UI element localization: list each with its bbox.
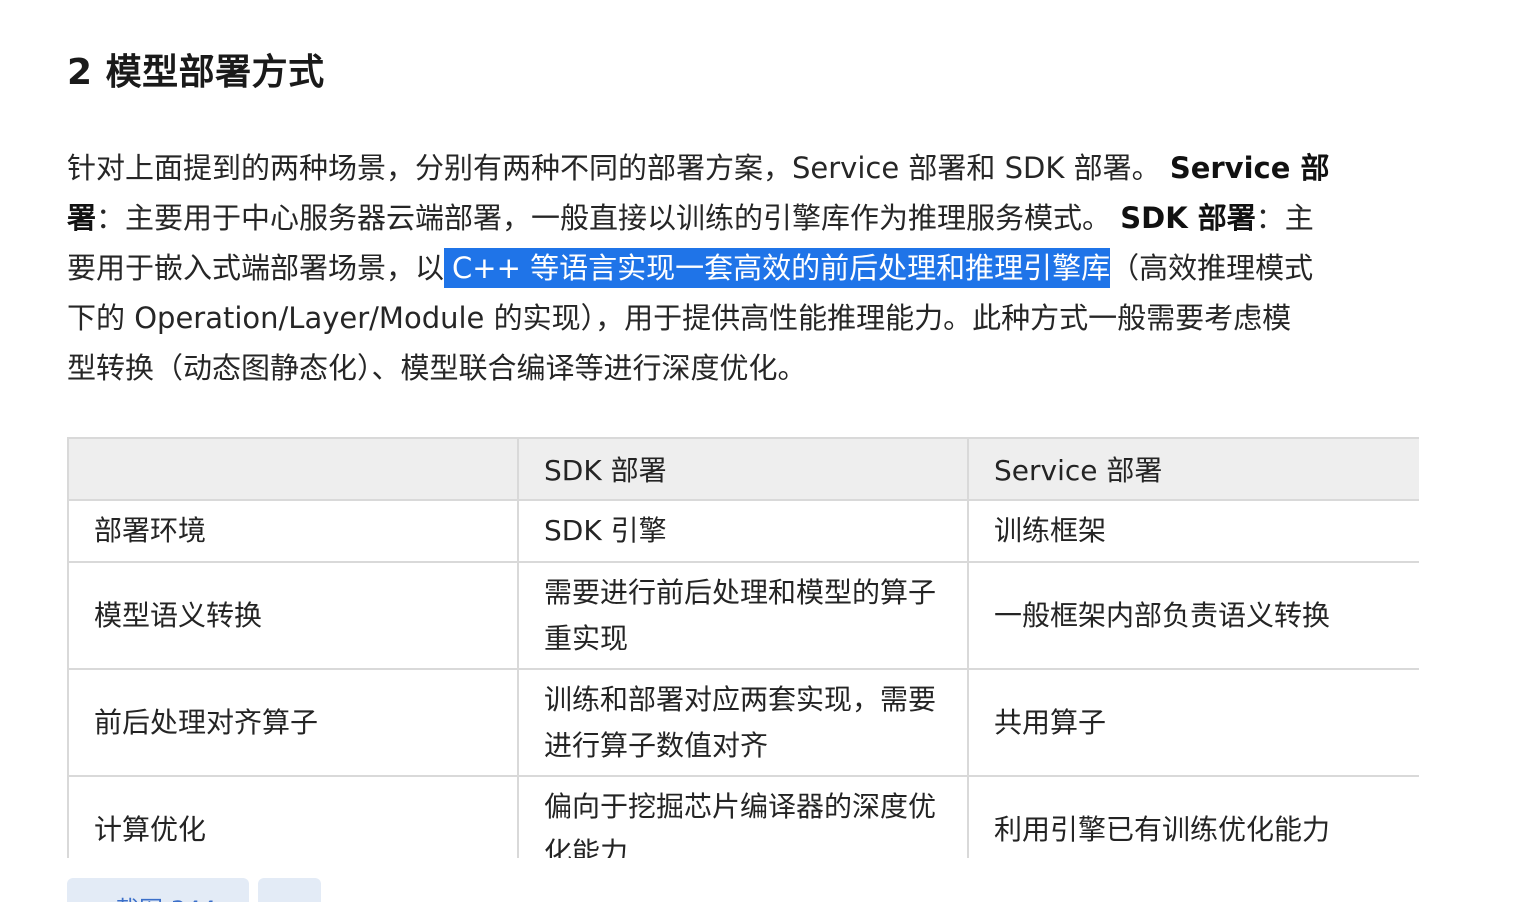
bold-term-service-cont: 署 (67, 201, 97, 235)
table-header-cell: Service 部署 (967, 437, 1419, 501)
table-header-cell: SDK 部署 (517, 437, 969, 501)
text-segment: （高效推理模式 (1110, 251, 1314, 285)
bold-term-service: Service 部 (1169, 151, 1330, 185)
table-header-cell (67, 437, 519, 501)
table-row: 前后处理对齐算子 训练和部署对应两套实现，需要进行算子数值对齐 共用算子 (67, 668, 1419, 777)
toolbar-button[interactable] (258, 878, 321, 902)
bold-term-sdk: SDK 部署 (1120, 201, 1256, 235)
table-cell: 训练框架 (967, 499, 1419, 563)
article: 2 模型部署方式 针对上面提到的两种场景，分别有两种不同的部署方案，Servic… (67, 0, 1419, 858)
table-cell: 共用算子 (967, 668, 1419, 777)
paragraph-line-2: 署：主要用于中心服务器云端部署，一般直接以训练的引擎库作为推理服务模式。 SDK… (67, 193, 1412, 243)
table-cell: 需要进行前后处理和模型的算子重实现 (517, 561, 969, 670)
text-segment: ：主要用于中心服务器云端部署，一般直接以训练的引擎库作为推理服务模式。 (96, 201, 1121, 235)
screenshot-tab-label: 截图 344 (115, 890, 216, 902)
section-heading: 2 模型部署方式 (67, 52, 325, 93)
paragraph-line-5: 型转换（动态图静态化）、模型联合编译等进行深度优化。 (67, 351, 807, 385)
table-cell: 训练和部署对应两套实现，需要进行算子数值对齐 (517, 668, 969, 777)
intro-paragraph: 针对上面提到的两种场景，分别有两种不同的部署方案，Service 部署和 SDK… (67, 143, 1412, 393)
text-segment: 针对上面提到的两种场景，分别有两种不同的部署方案，Service 部署和 SDK… (67, 151, 1170, 185)
text-segment: ：主 (1255, 201, 1314, 235)
table-cell: 前后处理对齐算子 (67, 668, 519, 777)
table-row: 计算优化 偏向于挖掘芯片编译器的深度优化能力 利用引擎已有训练优化能力 (67, 775, 1419, 859)
bottom-toolbar: 截图 344 (0, 876, 1517, 902)
text-selection-highlight[interactable]: C++ 等语言实现一套高效的前后处理和推理引擎库 (444, 248, 1111, 288)
comparison-table: SDK 部署 Service 部署 部署环境 SDK 引擎 训练框架 模型语义转… (67, 437, 1419, 858)
text-segment: 要用于嵌入式端部署场景，以 (67, 251, 445, 285)
table-cell: 利用引擎已有训练优化能力 (967, 775, 1419, 858)
table-cell: 一般框架内部负责语义转换 (967, 561, 1419, 670)
table-cell-text: 训练和部署对应两套实现，需要进行算子数值对齐 (544, 682, 937, 762)
screenshot-tab-button[interactable]: 截图 344 (67, 878, 249, 902)
table-row: 模型语义转换 需要进行前后处理和模型的算子重实现 一般框架内部负责语义转换 (67, 561, 1419, 670)
table-cell: 部署环境 (67, 499, 519, 563)
table-cell: 模型语义转换 (67, 561, 519, 670)
table-cell-text: 偏向于挖掘芯片编译器的深度优化能力 (544, 789, 937, 859)
table-cell-text: 需要进行前后处理和模型的算子重实现 (544, 575, 937, 655)
paragraph-line-4: 下的 Operation/Layer/Module 的实现），用于提供高性能推理… (67, 301, 1292, 335)
table-cell: 计算优化 (67, 775, 519, 858)
table-cell: SDK 引擎 (517, 499, 969, 563)
paragraph-line-1: 针对上面提到的两种场景，分别有两种不同的部署方案，Service 部署和 SDK… (67, 143, 1412, 193)
table-cell: 偏向于挖掘芯片编译器的深度优化能力 (517, 775, 969, 859)
table-header-row: SDK 部署 Service 部署 (67, 437, 1419, 501)
table-row: 部署环境 SDK 引擎 训练框架 (67, 499, 1419, 563)
paragraph-line-3: 要用于嵌入式端部署场景，以 C++ 等语言实现一套高效的前后处理和推理引擎库（高效… (67, 243, 1412, 293)
